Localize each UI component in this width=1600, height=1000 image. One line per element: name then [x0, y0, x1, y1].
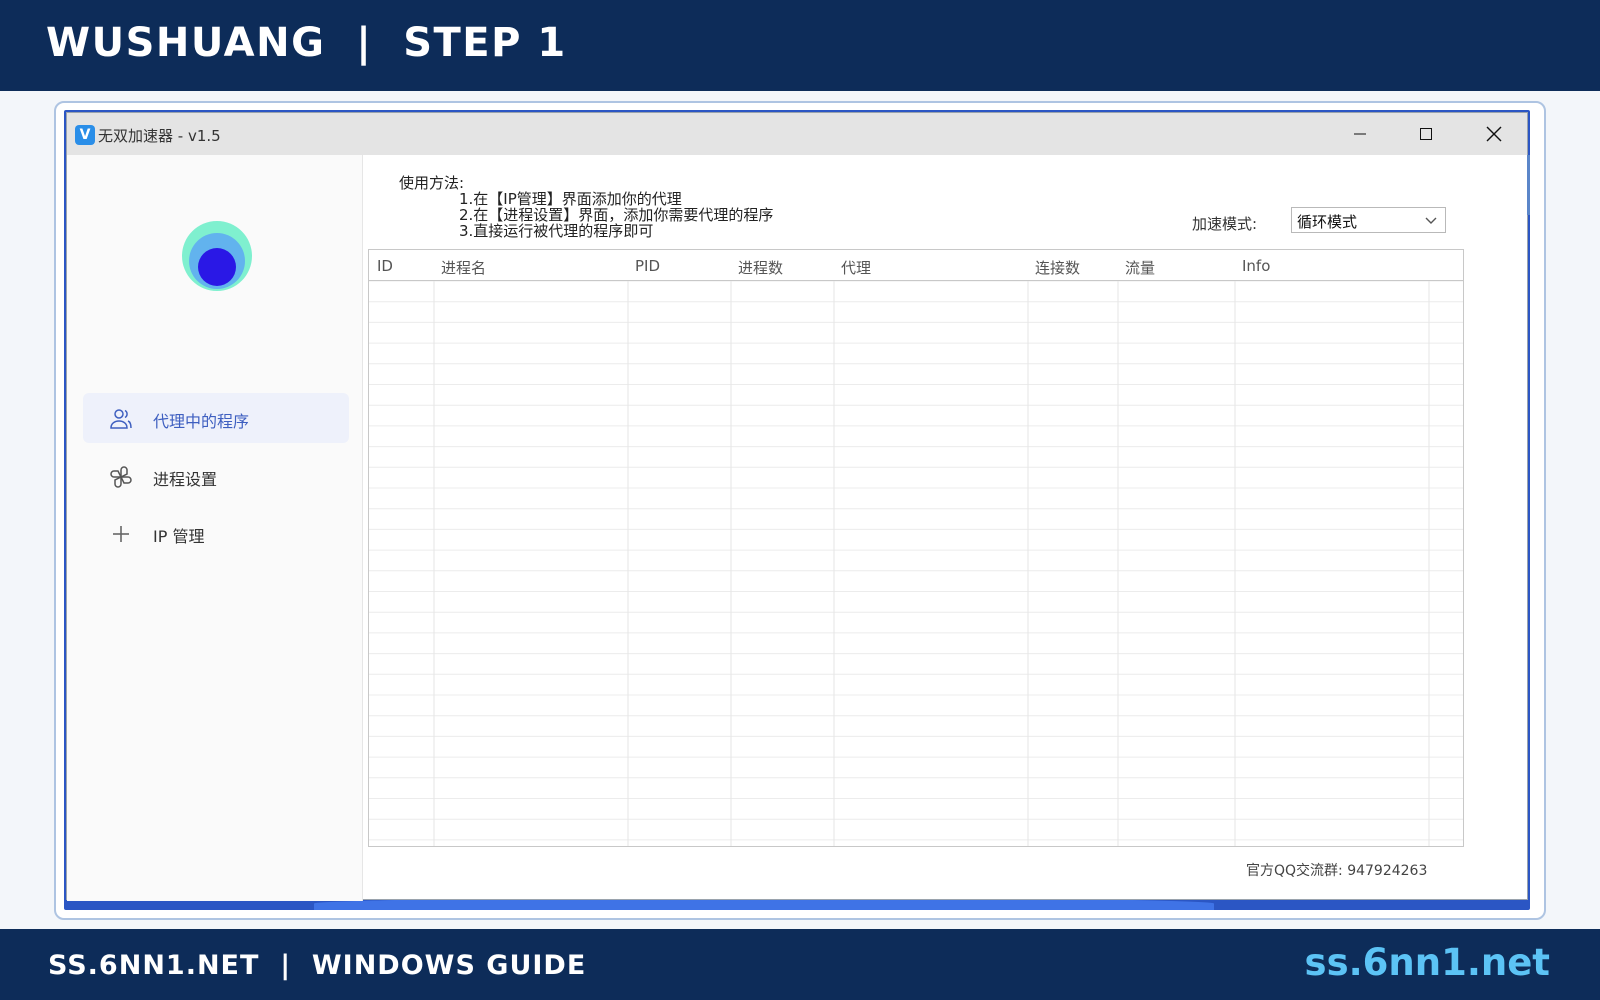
screenshot: V 无双加速器 - v1.5 代理中的程序 进程设置 IP 管理 使用方法: 1…	[64, 110, 1530, 910]
window-title: 无双加速器 - v1.5	[98, 127, 221, 145]
close-button[interactable]	[1461, 113, 1527, 155]
column-header-pid[interactable]: PID	[635, 257, 660, 275]
column-header-info[interactable]: Info	[1242, 257, 1270, 275]
usage-title: 使用方法:	[399, 174, 465, 192]
column-header-traffic[interactable]: 流量	[1125, 257, 1155, 278]
column-header-process-count[interactable]: 进程数	[738, 257, 783, 278]
column-header-id[interactable]: ID	[377, 257, 393, 275]
footer-site-link[interactable]: ss.6nn1.net	[1305, 941, 1550, 984]
footer-left-text: SS.6NN1.NET | WINDOWS GUIDE	[48, 950, 587, 981]
table-grid	[369, 281, 1463, 846]
scrollbar-thumb[interactable]	[1527, 155, 1530, 215]
main-content: 使用方法: 1.在【IP管理】界面添加你的代理 2.在【进程设置】界面，添加你需…	[364, 155, 1530, 901]
acceleration-mode-value: 循环模式	[1297, 213, 1358, 231]
title-bar[interactable]: V 无双加速器 - v1.5	[67, 113, 1527, 155]
sidebar: 代理中的程序 进程设置 IP 管理	[67, 155, 363, 901]
sidebar-item-label: IP 管理	[153, 527, 205, 546]
pinwheel-icon	[110, 466, 132, 488]
sidebar-item-process-settings[interactable]: 进程设置	[83, 451, 349, 501]
process-table: ID 进程名 PID 进程数 代理 连接数 流量 Info	[368, 249, 1464, 847]
banner-title: WUSHUANG | STEP 1	[46, 20, 567, 66]
app-window: V 无双加速器 - v1.5 代理中的程序 进程设置 IP 管理 使用方法: 1…	[66, 112, 1530, 901]
minimize-icon	[1354, 133, 1366, 135]
usage-step: 2.在【进程设置】界面，添加你需要代理的程序	[459, 206, 774, 224]
sidebar-item-label: 进程设置	[153, 470, 218, 489]
minimize-button[interactable]	[1327, 113, 1393, 155]
chevron-down-icon	[1425, 217, 1437, 224]
top-banner: WUSHUANG | STEP 1	[0, 0, 1600, 91]
sidebar-item-label: 代理中的程序	[153, 412, 250, 431]
column-header-process-name[interactable]: 进程名	[441, 257, 486, 278]
column-header-proxy[interactable]: 代理	[841, 257, 871, 278]
usage-step: 3.直接运行被代理的程序即可	[459, 222, 654, 240]
maximize-icon	[1420, 128, 1432, 140]
sidebar-item-proxied-programs[interactable]: 代理中的程序	[83, 393, 349, 443]
acceleration-mode-select[interactable]: 循环模式	[1291, 207, 1446, 233]
users-icon	[110, 409, 132, 429]
usage-instructions: 使用方法: 1.在【IP管理】界面添加你的代理 2.在【进程设置】界面，添加你需…	[399, 175, 773, 239]
qq-group-info: 官方QQ交流群: 947924263	[1246, 863, 1428, 879]
app-logo-icon: V	[75, 125, 95, 145]
column-header-connections[interactable]: 连接数	[1035, 257, 1080, 278]
acceleration-mode-label: 加速模式:	[1192, 215, 1258, 233]
usage-step: 1.在【IP管理】界面添加你的代理	[459, 190, 682, 208]
bottom-banner: SS.6NN1.NET | WINDOWS GUIDE ss.6nn1.net	[0, 929, 1600, 1000]
close-icon	[1486, 126, 1502, 142]
plus-icon	[113, 526, 129, 542]
concentric-circles-logo	[182, 221, 252, 291]
table-header: ID 进程名 PID 进程数 代理 连接数 流量 Info	[369, 250, 1463, 281]
sidebar-item-ip-management[interactable]: IP 管理	[83, 508, 349, 558]
maximize-button[interactable]	[1393, 113, 1459, 155]
